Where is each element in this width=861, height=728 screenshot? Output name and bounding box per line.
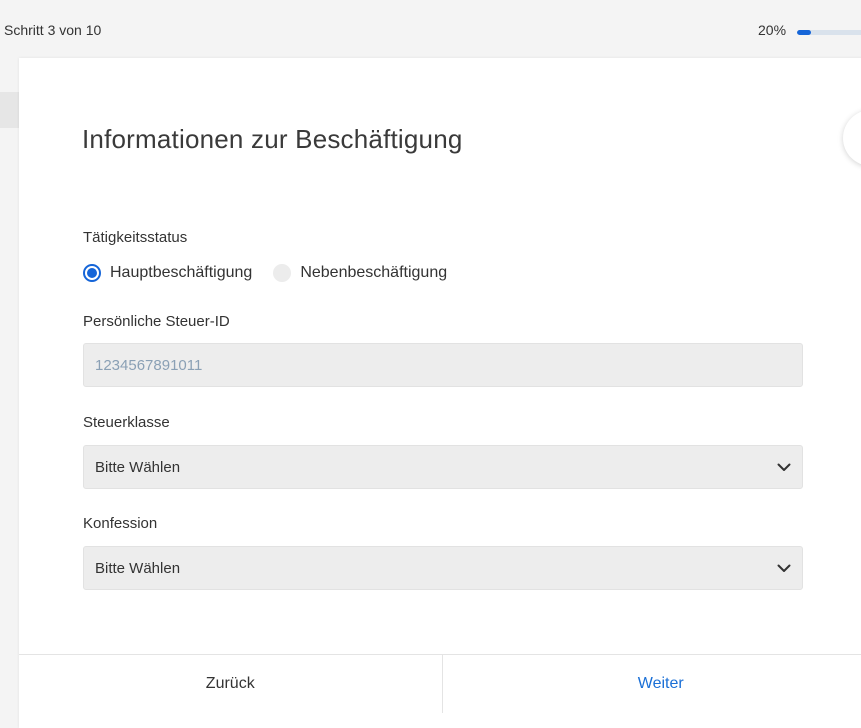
radio-option-label: Nebenbeschäftigung (300, 264, 448, 281)
confession-label: Konfession (83, 515, 158, 532)
confession-selected-value: Bitte Wählen (95, 559, 181, 577)
radio-option-main-employment[interactable]: Hauptbeschäftigung (83, 264, 252, 282)
activity-status-radio-group: Hauptbeschäftigung Nebenbeschäftigung (83, 262, 447, 284)
tax-id-value: 1234567891011 (95, 356, 203, 374)
tax-class-label: Steuerklasse (83, 414, 170, 431)
side-panel-edge (0, 92, 19, 128)
step-indicator: Schritt 3 von 10 (4, 22, 102, 38)
confession-select[interactable]: Bitte Wählen (83, 546, 803, 590)
back-button[interactable]: Zurück (19, 655, 443, 713)
tax-class-selected-value: Bitte Wählen (95, 458, 181, 476)
progress-header: Schritt 3 von 10 20% (0, 0, 861, 56)
progress-bar (797, 30, 861, 35)
next-button[interactable]: Weiter (443, 655, 861, 713)
radio-button-checked[interactable] (83, 264, 101, 282)
form-card (19, 58, 861, 728)
radio-option-label: Hauptbeschäftigung (110, 264, 253, 281)
activity-status-label: Tätigkeitsstatus (83, 229, 188, 246)
form-footer: Zurück Weiter (19, 654, 861, 713)
progress-percent: 20% (758, 22, 787, 38)
radio-button-unchecked[interactable] (273, 264, 292, 282)
tax-id-input[interactable]: 1234567891011 (83, 343, 803, 387)
progress-bar-fill (797, 30, 811, 35)
chevron-down-icon (777, 460, 791, 474)
tax-class-select[interactable]: Bitte Wählen (83, 445, 803, 489)
tax-id-label: Persönliche Steuer-ID (83, 313, 230, 330)
radio-option-secondary-employment[interactable]: Nebenbeschäftigung (273, 264, 447, 282)
chevron-down-icon (777, 561, 791, 575)
page-title: Informationen zur Beschäftigung (82, 124, 463, 154)
